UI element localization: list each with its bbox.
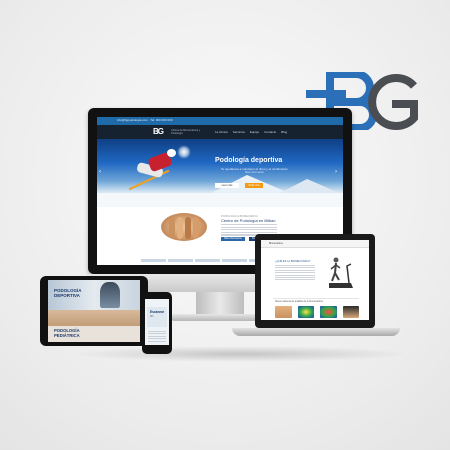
hero-title: Podología deportiva bbox=[215, 157, 283, 164]
hero-read-more-button[interactable]: Leer más bbox=[215, 183, 239, 188]
tablet-hero-title: PODOLOGÍA DEPORTIVA bbox=[54, 288, 82, 298]
device-shadow bbox=[70, 346, 410, 362]
smartphone: Escanear 3D bbox=[142, 292, 172, 354]
laptop: Biomecánica ¿QUÉ ES LA BIOMECÁNICA? Nuev… bbox=[255, 234, 375, 328]
chevron-right-icon[interactable]: › bbox=[335, 169, 337, 175]
laptop-nav-label[interactable]: Biomecánica bbox=[269, 242, 283, 245]
monitor-stand bbox=[196, 292, 244, 316]
phone-card-subtitle: 3D bbox=[150, 315, 154, 318]
phone-paragraph bbox=[148, 331, 166, 343]
divider bbox=[273, 298, 359, 299]
laptop-lower-section-title: Nuevo sistema de análisis de la biomecán… bbox=[275, 300, 323, 303]
tablet-hero: PODOLOGÍA DEPORTIVA bbox=[48, 280, 140, 310]
site-tagline: Clínica de Biomecánica y Podología bbox=[171, 129, 201, 135]
laptop-section-title: ¿QUÉ ES LA BIOMECÁNICA? bbox=[275, 260, 311, 263]
hero-appointment-button[interactable]: Pedir cita bbox=[245, 183, 263, 188]
laptop-image-row bbox=[275, 306, 359, 318]
site-logo[interactable]: BG bbox=[153, 127, 164, 136]
laptop-base bbox=[232, 328, 400, 336]
foot-image bbox=[48, 310, 140, 326]
snow-ground bbox=[97, 193, 343, 207]
phone-screen: Escanear 3D bbox=[145, 299, 169, 345]
more-info-button[interactable]: Más información bbox=[221, 237, 245, 241]
skier-helmet bbox=[167, 149, 176, 157]
hero-slider: ‹ › Podología deportiva Te ayudamos a ma… bbox=[97, 139, 343, 207]
hero-note: Más información bbox=[245, 171, 265, 174]
site-navbar: BG Clínica de Biomecánica y Podología La… bbox=[97, 125, 343, 139]
menu-item-contacto[interactable]: Contacto bbox=[264, 130, 276, 134]
sun-glare bbox=[177, 145, 191, 159]
tablet-pediatric-section: PODOLOGÍA PEDIÁTRICA bbox=[48, 326, 140, 342]
treadmill-runner-image bbox=[329, 257, 353, 288]
tablet: PODOLOGÍA DEPORTIVA PODOLOGÍA PEDIÁTRICA bbox=[40, 276, 148, 346]
menu-item-blog[interactable]: Blog bbox=[281, 130, 287, 134]
pressure-map-image bbox=[320, 306, 337, 318]
menu-item-clinica[interactable]: La clínica bbox=[215, 130, 228, 134]
phone-card[interactable]: Escanear 3D bbox=[147, 307, 167, 327]
laptop-navbar: Biomecánica bbox=[261, 240, 369, 248]
athlete-image bbox=[342, 306, 359, 318]
menu-item-equipo[interactable]: Equipo bbox=[250, 130, 259, 134]
menu-item-servicios[interactable]: Servicios bbox=[233, 130, 245, 134]
phone-card-title: Escanear bbox=[150, 310, 165, 314]
site-menu: La clínica Servicios Equipo Contacto Blo… bbox=[215, 130, 287, 134]
runner-image bbox=[100, 282, 120, 308]
topbar-contact-text: info@bgpodologia.com · Tel: 000 000 000 bbox=[117, 118, 173, 122]
laptop-paragraph bbox=[275, 265, 315, 282]
laptop-screen: Biomecánica ¿QUÉ ES LA BIOMECÁNICA? Nuev… bbox=[261, 240, 369, 320]
pressure-map-image bbox=[297, 306, 314, 318]
tablet-screen: PODOLOGÍA DEPORTIVA PODOLOGÍA PEDIÁTRICA bbox=[48, 280, 140, 342]
section-title: Centro de Podología en Bilbao bbox=[221, 218, 276, 223]
site-topbar: info@bgpodologia.com · Tel: 000 000 000 bbox=[97, 117, 343, 125]
chevron-left-icon[interactable]: ‹ bbox=[99, 169, 101, 175]
legs-image bbox=[275, 306, 292, 318]
legs-collage-image bbox=[161, 213, 207, 241]
tablet-pediatric-title: PODOLOGÍA PEDIÁTRICA bbox=[54, 328, 80, 338]
monitor-foot bbox=[172, 314, 268, 321]
